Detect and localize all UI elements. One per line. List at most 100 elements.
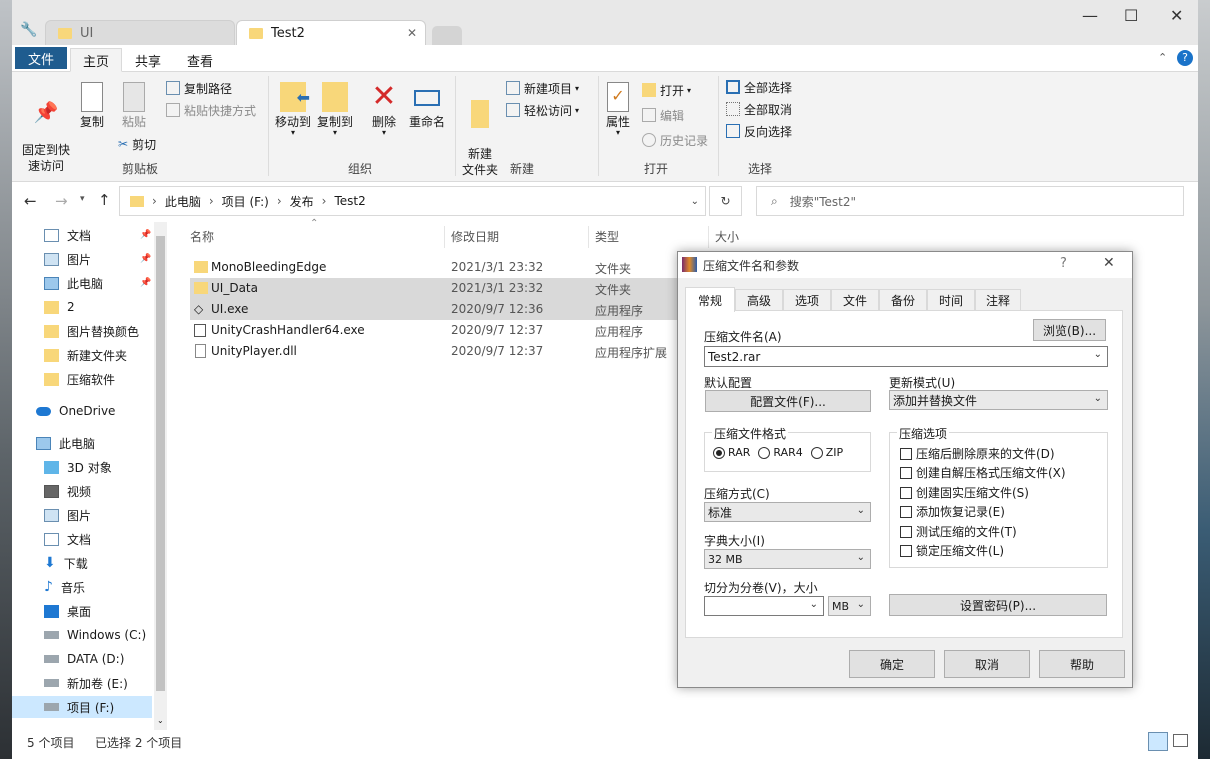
browse-button[interactable]: 浏览(B)... [1033, 319, 1106, 341]
maximize-icon[interactable]: ☐ [1124, 6, 1138, 25]
tab-file[interactable]: 文件 [15, 47, 67, 69]
cancel-button[interactable]: 取消 [944, 650, 1030, 678]
dialog-tab-comment[interactable]: 注释 [975, 289, 1021, 311]
nav-item-videos[interactable]: 视频 [44, 480, 91, 502]
address-bar[interactable]: › 此电脑 › 项目 (F:) › 发布 › Test2 ⌄ [119, 186, 706, 216]
nav-item-music[interactable]: ♪ 音乐 [44, 576, 85, 598]
column-name[interactable]: 名称 [190, 228, 214, 245]
help-icon[interactable]: ? [1177, 50, 1193, 66]
paste-button[interactable]: 粘贴 [116, 80, 152, 130]
file-row[interactable]: UI_Data 2021/3/1 23:32 文件夹 [190, 278, 710, 299]
set-password-button[interactable]: 设置密码(P)... [889, 594, 1107, 616]
minimize-icon[interactable]: — [1082, 6, 1098, 25]
select-none-button[interactable]: 全部取消 [726, 99, 792, 119]
nav-item-this-pc[interactable]: 此电脑 [36, 432, 95, 454]
copy-to-button[interactable]: 复制到 ▾ [316, 80, 354, 137]
dictionary-select[interactable]: 32 MB ⌄ [704, 549, 871, 569]
split-size-combobox[interactable]: ⌄ [704, 596, 824, 616]
nav-item-new-folder[interactable]: 新建文件夹 [44, 344, 127, 366]
recent-dropdown-icon[interactable]: ▾ [80, 194, 85, 204]
file-row[interactable]: ◇ UI.exe 2020/9/7 12:36 应用程序 [190, 299, 710, 320]
format-zip-radio[interactable]: ZIP [810, 446, 843, 459]
tab-ui[interactable]: UI [45, 20, 235, 45]
wrench-icon[interactable]: 🔧 [20, 22, 37, 38]
option-test-files[interactable]: 测试压缩的文件(T) [900, 523, 1017, 540]
new-tab-button[interactable] [432, 26, 462, 45]
option-solid[interactable]: 创建固实压缩文件(S) [900, 484, 1029, 501]
breadcrumb-this-pc[interactable]: 此电脑 [165, 193, 201, 210]
breadcrumb-publish[interactable]: 发布 [290, 193, 314, 210]
forward-arrow-icon[interactable]: → [55, 192, 68, 210]
rename-button[interactable]: 重命名 [406, 80, 448, 130]
new-folder-button[interactable]: 新建 文件夹 [460, 80, 500, 178]
column-type[interactable]: 类型 [595, 228, 619, 245]
nav-item-drive-e[interactable]: 新加卷 (E:) [44, 672, 128, 694]
format-rar-radio[interactable]: RAR [713, 446, 750, 459]
option-delete-after[interactable]: 压缩后删除原来的文件(D) [900, 445, 1055, 462]
breadcrumb-drive-f[interactable]: 项目 (F:) [222, 193, 269, 210]
details-view-icon[interactable] [1148, 732, 1168, 751]
collapse-ribbon-icon[interactable]: ⌃ [1158, 51, 1167, 64]
up-arrow-icon[interactable]: ↑ [98, 191, 111, 209]
nav-item-replace-color[interactable]: 图片替换颜色 [44, 320, 139, 342]
select-all-button[interactable]: 全部选择 [726, 77, 792, 97]
nav-item-desktop[interactable]: 桌面 [44, 600, 91, 622]
tab-test2[interactable]: Test2 ✕ [236, 20, 426, 45]
nav-item-documents[interactable]: 文档 📌 [44, 224, 151, 246]
dialog-tab-files[interactable]: 文件 [831, 289, 879, 311]
nav-item-drive-f[interactable]: 项目 (F:) [12, 696, 152, 718]
tab-share[interactable]: 共享 [126, 48, 170, 72]
file-row[interactable]: UnityPlayer.dll 2020/9/7 12:37 应用程序扩展 [190, 341, 710, 362]
nav-item-this-pc-pinned[interactable]: 此电脑 📌 [44, 272, 151, 294]
column-size[interactable]: 大小 [715, 228, 739, 245]
dialog-tab-general[interactable]: 常规 [685, 287, 735, 312]
profiles-button[interactable]: 配置文件(F)... [705, 390, 871, 412]
nav-scrollbar-thumb[interactable] [156, 236, 165, 691]
nav-item-2[interactable]: 2 [44, 296, 75, 318]
paste-shortcut-button[interactable]: 粘贴快捷方式 [166, 100, 256, 120]
ok-button[interactable]: 确定 [849, 650, 935, 678]
refresh-icon[interactable]: ↻ [709, 186, 742, 216]
update-mode-select[interactable]: 添加并替换文件 ⌄ [889, 390, 1108, 410]
nav-item-3d-objects[interactable]: 3D 对象 [44, 456, 112, 478]
dialog-tab-options[interactable]: 选项 [783, 289, 831, 311]
option-recovery-record[interactable]: 添加恢复记录(E) [900, 503, 1005, 520]
dialog-help-icon[interactable]: ? [1060, 256, 1067, 271]
nav-item-downloads[interactable]: ⬇ 下载 [44, 552, 88, 574]
nav-item-documents-2[interactable]: 文档 [44, 528, 91, 550]
move-to-button[interactable]: ⬅ 移动到 ▾ [274, 80, 312, 137]
tab-view[interactable]: 查看 [178, 48, 222, 72]
dialog-tab-time[interactable]: 时间 [927, 289, 975, 311]
search-box[interactable]: ⌕ 搜索"Test2" [756, 186, 1184, 216]
nav-item-pictures-2[interactable]: 图片 [44, 504, 91, 526]
nav-item-onedrive[interactable]: OneDrive [36, 400, 115, 422]
split-unit-select[interactable]: MB ⌄ [828, 596, 871, 616]
nav-item-drive-c[interactable]: Windows (C:) [44, 624, 146, 646]
pin-quick-access-button[interactable]: 📌 固定到快 速访问 [18, 82, 74, 174]
archive-name-combobox[interactable]: Test2.rar ⌄ [704, 346, 1108, 367]
help-button[interactable]: 帮助 [1039, 650, 1125, 678]
dialog-close-icon[interactable]: ✕ [1103, 255, 1115, 271]
option-sfx[interactable]: 创建自解压格式压缩文件(X) [900, 464, 1066, 481]
file-row[interactable]: MonoBleedingEdge 2021/3/1 23:32 文件夹 [190, 257, 710, 278]
nav-item-pictures[interactable]: 图片 📌 [44, 248, 151, 270]
nav-item-drive-d[interactable]: DATA (D:) [44, 648, 124, 670]
open-button[interactable]: 打开 ▾ [642, 80, 691, 100]
format-rar4-radio[interactable]: RAR4 [758, 446, 803, 459]
properties-button[interactable]: ✓ 属性 ▾ [602, 80, 634, 137]
back-arrow-icon[interactable]: ← [24, 192, 37, 210]
delete-button[interactable]: ✕ 删除 ▾ [368, 80, 400, 137]
cut-button[interactable]: ✂ 剪切 [118, 134, 156, 154]
column-date[interactable]: 修改日期 [451, 228, 499, 245]
nav-scrollbar[interactable]: ⌄ [154, 222, 167, 730]
edit-button[interactable]: 编辑 [642, 105, 684, 125]
invert-selection-button[interactable]: 反向选择 [726, 121, 792, 141]
method-select[interactable]: 标准 ⌄ [704, 502, 871, 522]
close-tab-icon[interactable]: ✕ [407, 26, 417, 40]
dialog-tab-backup[interactable]: 备份 [879, 289, 927, 311]
new-item-button[interactable]: 新建项目 ▾ [506, 78, 579, 98]
nav-item-compression-software[interactable]: 压缩软件 [44, 368, 115, 390]
address-dropdown-icon[interactable]: ⌄ [691, 196, 699, 207]
copy-path-button[interactable]: 复制路径 [166, 78, 232, 98]
option-lock-archive[interactable]: 锁定压缩文件(L) [900, 542, 1004, 559]
